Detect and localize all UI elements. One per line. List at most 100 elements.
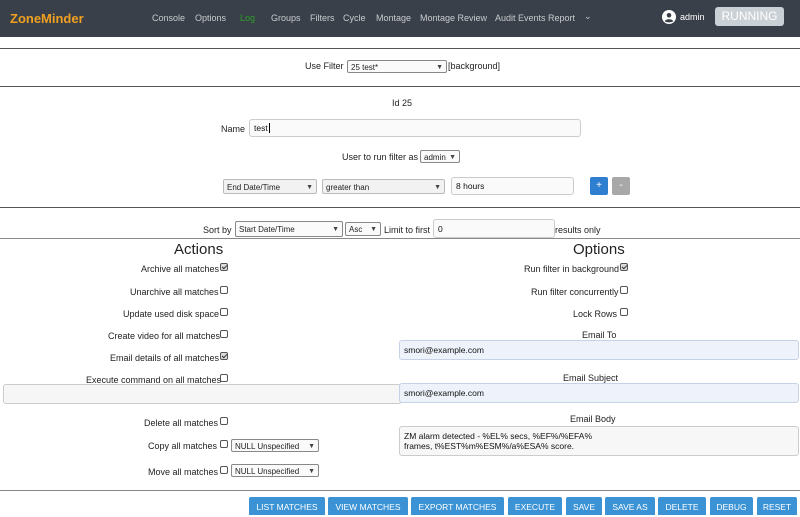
- term-attribute-select[interactable]: End Date/Time ▼: [223, 179, 317, 194]
- use-filter-label: Use Filter: [305, 61, 344, 71]
- delete-checkbox[interactable]: [220, 417, 228, 425]
- background-label: Run filter in background: [524, 264, 620, 274]
- chevron-down-icon: ▼: [306, 184, 313, 191]
- background-tag: [background]: [448, 61, 501, 71]
- filter-select-value: 25 test*: [351, 63, 379, 72]
- status-running-button[interactable]: RUNNING: [715, 7, 784, 26]
- move-storage-select[interactable]: NULL Unspecified ▼: [231, 464, 319, 477]
- debug-button[interactable]: DEBUG: [710, 497, 753, 515]
- concurrent-checkbox[interactable]: [620, 286, 628, 294]
- unarchive-checkbox[interactable]: [220, 286, 228, 294]
- list-matches-button[interactable]: LIST MATCHES: [249, 497, 325, 515]
- nav-filters[interactable]: Filters: [310, 13, 335, 23]
- term-value-input[interactable]: 8 hours: [451, 177, 574, 195]
- limit-input[interactable]: 0: [433, 219, 555, 238]
- run-as-label: User to run filter as: [342, 152, 419, 162]
- email-to-input[interactable]: smori@example.com: [399, 340, 799, 360]
- run-as-select[interactable]: admin ▼: [420, 150, 460, 163]
- chevron-down-icon: ▼: [436, 64, 443, 71]
- email-details-checkbox[interactable]: [220, 352, 228, 360]
- save-as-button[interactable]: SAVE AS: [605, 497, 655, 515]
- copy-storage-select[interactable]: NULL Unspecified ▼: [231, 439, 319, 452]
- chevron-down-icon: ▼: [308, 468, 315, 475]
- copy-label: Copy all matches: [148, 441, 218, 451]
- chevron-down-icon: ▼: [332, 226, 339, 233]
- archive-label: Archive all matches: [141, 264, 220, 274]
- remove-term-button[interactable]: -: [612, 177, 630, 195]
- view-matches-button[interactable]: VIEW MATCHES: [328, 497, 408, 515]
- update-disk-checkbox[interactable]: [220, 308, 228, 316]
- email-subject-value: smori@example.com: [404, 388, 484, 398]
- name-label: Name: [221, 124, 246, 134]
- chevron-down-icon: ▼: [449, 154, 456, 161]
- limit-label: Limit to first: [384, 225, 431, 235]
- top-navbar: ZoneMinder Console Options Log Groups Fi…: [0, 0, 800, 37]
- copy-checkbox[interactable]: [220, 440, 228, 448]
- email-body-line: ZM alarm detected - %EL% secs, %EF%/%EFA…: [404, 431, 593, 441]
- delete-button[interactable]: DELETE: [658, 497, 706, 515]
- name-input[interactable]: test: [249, 119, 581, 137]
- export-matches-button[interactable]: EXPORT MATCHES: [411, 497, 504, 515]
- nav-groups[interactable]: Groups: [271, 13, 301, 23]
- divider: [0, 238, 800, 239]
- filter-id: Id 25: [392, 98, 413, 108]
- options-heading: Options: [573, 241, 625, 258]
- move-checkbox[interactable]: [220, 466, 228, 474]
- sort-order-value: Asc: [349, 225, 363, 234]
- move-label: Move all matches: [148, 467, 219, 477]
- nav-audit-events-report[interactable]: Audit Events Report: [495, 13, 575, 23]
- execute-command-input[interactable]: [3, 384, 402, 404]
- execute-command-checkbox[interactable]: [220, 374, 228, 382]
- lock-rows-label: Lock Rows: [573, 309, 618, 319]
- chevron-down-icon: ▼: [434, 184, 441, 191]
- divider: [0, 490, 800, 491]
- nav-options[interactable]: Options: [195, 13, 226, 23]
- add-term-button[interactable]: +: [590, 177, 608, 195]
- save-button[interactable]: SAVE: [566, 497, 602, 515]
- term-attribute-value: End Date/Time: [227, 183, 281, 192]
- divider: [0, 86, 800, 87]
- delete-label: Delete all matches: [144, 418, 219, 428]
- term-value-text: 8 hours: [456, 181, 485, 191]
- email-details-label: Email details of all matches: [110, 353, 220, 363]
- sort-order-select[interactable]: Asc ▼: [345, 222, 381, 236]
- email-body-line: frames, t%EST%m%ESM%/a%ESA% score.: [404, 441, 575, 451]
- nav-montage[interactable]: Montage: [376, 13, 411, 23]
- nav-log[interactable]: Log: [240, 13, 255, 23]
- email-body-label: Email Body: [570, 414, 616, 424]
- update-disk-label: Update used disk space: [123, 309, 220, 319]
- email-subject-label: Email Subject: [563, 373, 619, 383]
- sort-field-select[interactable]: Start Date/Time ▼: [235, 221, 343, 237]
- concurrent-label: Run filter concurrently: [531, 287, 619, 297]
- execute-button[interactable]: EXECUTE: [508, 497, 562, 515]
- brand-logo[interactable]: ZoneMinder: [10, 11, 84, 26]
- email-subject-input[interactable]: smori@example.com: [399, 383, 799, 403]
- archive-checkbox[interactable]: [220, 263, 228, 271]
- move-storage-value: NULL Unspecified: [235, 467, 300, 476]
- term-operator-select[interactable]: greater than ▼: [322, 179, 445, 194]
- chevron-down-icon: ▼: [308, 443, 315, 450]
- limit-suffix: results only: [555, 225, 601, 235]
- nav-more-chevron-icon[interactable]: ⌄: [584, 11, 592, 22]
- divider: [0, 48, 800, 49]
- filter-select[interactable]: 25 test* ▼: [347, 60, 447, 73]
- divider: [0, 207, 800, 208]
- user-name[interactable]: admin: [680, 12, 705, 22]
- nav-cycle[interactable]: Cycle: [343, 13, 366, 23]
- term-operator-value: greater than: [326, 183, 370, 192]
- email-to-label: Email To: [582, 330, 617, 340]
- sort-by-label: Sort by: [203, 225, 232, 235]
- nav-montage-review[interactable]: Montage Review: [420, 13, 487, 23]
- email-body-textarea[interactable]: ZM alarm detected - %EL% secs, %EF%/%EFA…: [399, 426, 799, 456]
- reset-button[interactable]: RESET: [757, 497, 797, 515]
- actions-heading: Actions: [174, 241, 224, 258]
- nav-console[interactable]: Console: [152, 13, 185, 23]
- user-avatar-icon[interactable]: [662, 10, 676, 24]
- sort-field-value: Start Date/Time: [239, 225, 295, 234]
- create-video-checkbox[interactable]: [220, 330, 228, 338]
- copy-storage-value: NULL Unspecified: [235, 442, 300, 451]
- text-cursor: [268, 123, 270, 133]
- lock-rows-checkbox[interactable]: [620, 308, 628, 316]
- run-as-select-value: admin: [424, 153, 446, 162]
- background-checkbox[interactable]: [620, 263, 628, 271]
